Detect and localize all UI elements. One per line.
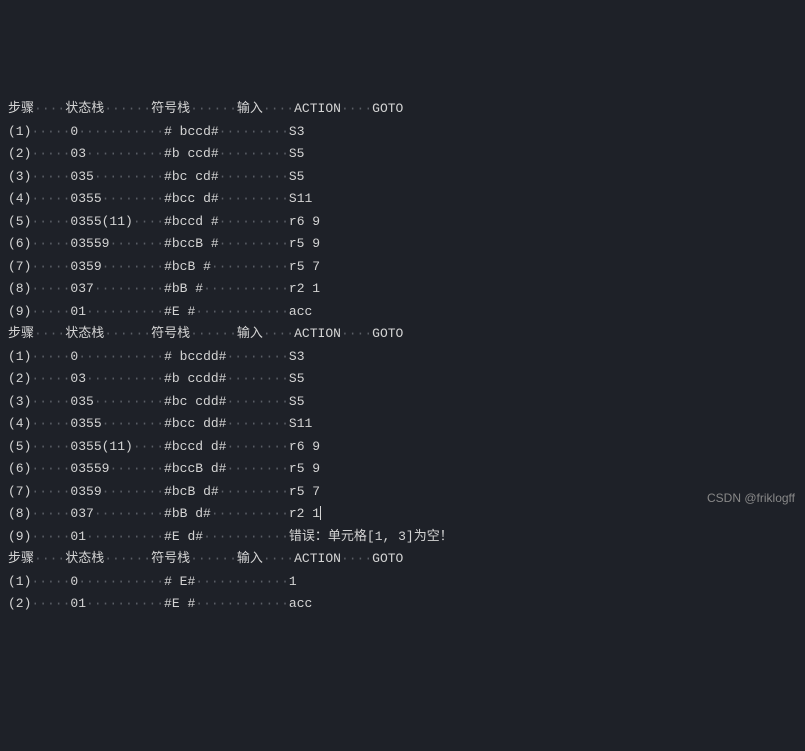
table-row: (9)·····01··········#E d#···········错误：单… — [8, 526, 797, 549]
table-row: (1)·····0···········# E#············1 — [8, 571, 797, 594]
table-header: 步骤····状态栈······符号栈······输入····ACTION····… — [8, 548, 797, 571]
table-row: (4)·····0355········#bcc dd#········S11 — [8, 413, 797, 436]
table-row: (5)·····0355(11)····#bccd #·········r6 9 — [8, 211, 797, 234]
table-row: (2)·····03··········#b ccd#·········S5 — [8, 143, 797, 166]
table-header: 步骤····状态栈······符号栈······输入····ACTION····… — [8, 98, 797, 121]
table-row: (8)·····037·········#bB #···········r2 1 — [8, 278, 797, 301]
table-row: (6)·····03559·······#bccB #·········r5 9 — [8, 233, 797, 256]
table-row: (8)·····037·········#bB d#··········r2 1 — [8, 503, 797, 526]
table-header: 步骤····状态栈······符号栈······输入····ACTION····… — [8, 323, 797, 346]
table-row: (5)·····0355(11)····#bccd d#········r6 9 — [8, 436, 797, 459]
table-row: (7)·····0359········#bcB d#·········r5 7 — [8, 481, 797, 504]
table-row: (7)·····0359········#bcB #··········r5 7 — [8, 256, 797, 279]
table-row: (9)·····01··········#E #············acc — [8, 301, 797, 324]
table-row: (6)·····03559·······#bccB d#········r5 9 — [8, 458, 797, 481]
table-row: (3)·····035·········#bc cd#·········S5 — [8, 166, 797, 189]
table-row: (4)·····0355········#bcc d#·········S11 — [8, 188, 797, 211]
table-row: (3)·····035·········#bc cdd#········S5 — [8, 391, 797, 414]
table-row: (2)·····03··········#b ccdd#········S5 — [8, 368, 797, 391]
watermark: CSDN @friklogff — [707, 487, 795, 510]
table-row: (2)·····01··········#E #············acc — [8, 593, 797, 616]
table-row: (1)·····0···········# bccdd#········S3 — [8, 346, 797, 369]
table-row: (1)·····0···········# bccd#·········S3 — [8, 121, 797, 144]
